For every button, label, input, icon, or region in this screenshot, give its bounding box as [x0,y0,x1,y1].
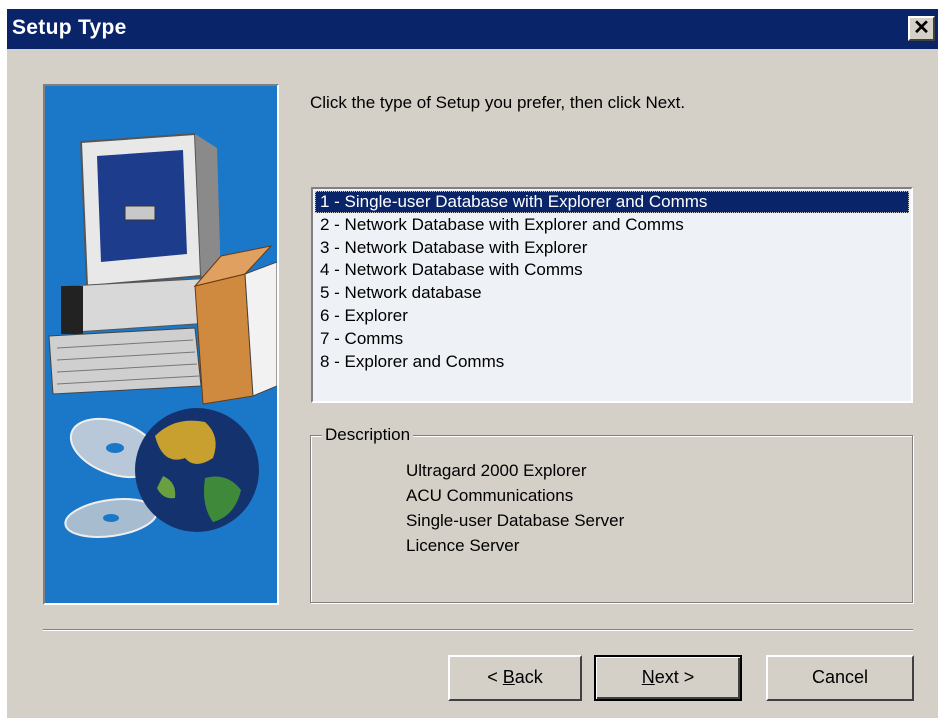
description-label: Description [322,425,414,445]
close-icon: ✕ [913,17,930,39]
close-button[interactable]: ✕ [908,16,935,41]
setup-type-dialog: Setup Type ✕ Click the type of Setup you… [7,9,938,718]
setup-option-5[interactable]: 5 - Network database [315,282,909,304]
next-button[interactable]: Next > [594,655,742,701]
back-button[interactable]: < Back [448,655,582,701]
setup-option-7[interactable]: 7 - Comms [315,328,909,350]
next-button-label: ext > [654,667,695,687]
setup-illustration [43,84,279,605]
cancel-button[interactable]: Cancel [766,655,914,701]
title-bar[interactable]: Setup Type ✕ [7,9,938,49]
description-groupbox: Description Ultragard 2000 Explorer ACU … [310,425,913,603]
button-separator [43,629,913,631]
description-line: Licence Server [406,536,520,555]
setup-option-1[interactable]: 1 - Single-user Database with Explorer a… [315,191,909,213]
window-title: Setup Type [12,16,127,39]
back-button-mnemonic: B [502,667,515,687]
back-button-prefix: < [487,667,503,687]
back-button-label: ack [514,667,543,687]
setup-type-listbox[interactable]: 1 - Single-user Database with Explorer a… [311,187,913,403]
description-line: ACU Communications [406,486,574,505]
cancel-button-label: Cancel [811,667,869,687]
description-line: Single-user Database Server [406,511,625,530]
setup-option-2[interactable]: 2 - Network Database with Explorer and C… [315,214,909,236]
description-line: Ultragard 2000 Explorer [406,461,587,480]
setup-option-6[interactable]: 6 - Explorer [315,305,909,327]
setup-option-4[interactable]: 4 - Network Database with Comms [315,259,909,281]
setup-option-3[interactable]: 3 - Network Database with Explorer [315,237,909,259]
computer-icon [48,132,226,395]
setup-option-8[interactable]: 8 - Explorer and Comms [315,351,909,373]
instruction-text: Click the type of Setup you prefer, then… [310,93,686,112]
globe-icon [135,408,259,532]
next-button-mnemonic: N [641,667,655,687]
